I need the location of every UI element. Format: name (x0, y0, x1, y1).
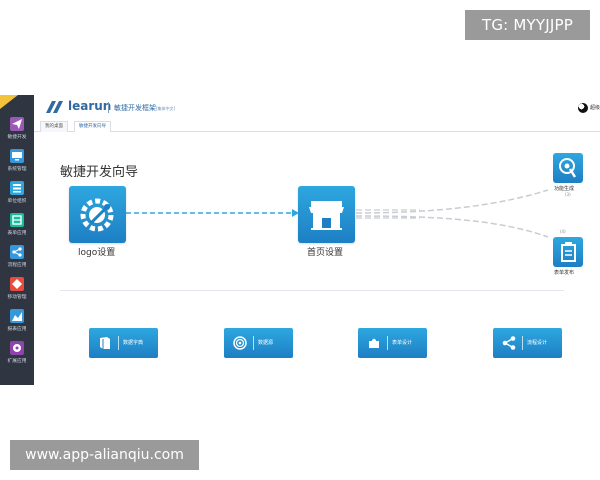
user-name[interactable]: 超级 (590, 104, 600, 111)
sidebar-item-org[interactable]: 单位组织 (0, 181, 34, 211)
page-title: 敏捷开发向导 (60, 165, 139, 180)
data-dictionary-label: 数据字典 (123, 340, 144, 346)
learun-logo-icon (46, 101, 63, 113)
corner-ribbon (0, 95, 18, 109)
sidebar: 敏捷开发 系统管理 单位组织 表单应用 流程应用 移动管理 报表应用 扩展应用 (0, 95, 34, 385)
gear-wrench-icon (80, 198, 114, 232)
home-settings-tile[interactable] (298, 186, 355, 243)
chart-icon (10, 309, 24, 323)
form-design-button[interactable]: 表单设计 (358, 328, 427, 358)
logo-text: learun (68, 99, 112, 113)
section-divider (60, 290, 564, 291)
sidebar-item-label: 报表应用 (7, 326, 27, 332)
puzzle-icon (10, 341, 24, 355)
tab-my-desktop[interactable]: 我的桌面 (40, 121, 68, 132)
sidebar-item-extend[interactable]: 扩展应用 (0, 341, 34, 371)
function-gen-count: (3) (565, 192, 571, 197)
sidebar-item-label: 敏捷开发 (7, 134, 27, 140)
sidebar-item-label: 扩展应用 (7, 358, 27, 364)
sidebar-item-mobile[interactable]: 移动管理 (0, 277, 34, 307)
sidebar-item-system[interactable]: 系统管理 (0, 149, 34, 179)
data-dictionary-button[interactable]: 数据字典 (89, 328, 158, 358)
sidebar-item-label: 流程应用 (7, 262, 27, 268)
logo-settings-tile[interactable] (69, 186, 126, 243)
sidebar-item-label: 表单应用 (7, 230, 27, 236)
touch-target-icon (559, 158, 577, 178)
target-icon (233, 336, 247, 350)
share-icon (502, 336, 516, 350)
button-separator (387, 336, 388, 350)
sidebar-item-label: 系统管理 (7, 166, 27, 172)
flow-design-button[interactable]: 流程设计 (493, 328, 562, 358)
app-window: 敏捷开发 系统管理 单位组织 表单应用 流程应用 移动管理 报表应用 扩展应用 … (0, 95, 600, 385)
share-icon (10, 245, 24, 259)
avatar[interactable] (578, 103, 588, 113)
tab-bar: 我的桌面 敏捷开发向导 (34, 119, 600, 132)
sidebar-item-agile-dev[interactable]: 敏捷开发 (0, 117, 34, 147)
product-name: 敏捷开发框架[集体中文] (114, 103, 175, 113)
form-icon (10, 213, 24, 227)
function-gen-label: 功能生成 (554, 186, 575, 192)
book-icon (100, 337, 110, 349)
sidebar-item-label: 单位组织 (7, 198, 27, 204)
org-chart-icon (10, 181, 24, 195)
form-publish-count: (4) (560, 229, 566, 234)
function-gen-tile[interactable] (553, 153, 583, 183)
form-publish-label: 表单发布 (554, 270, 575, 276)
form-design-label: 表单设计 (392, 340, 413, 346)
top-bar: learun 敏捷开发框架[集体中文] 超级 (34, 95, 600, 119)
puzzle-icon (369, 338, 379, 348)
edition-label: [集体中文] (156, 106, 176, 111)
logo-settings-label: logo设置 (78, 248, 116, 258)
paper-plane-icon (10, 117, 24, 131)
sidebar-item-report[interactable]: 报表应用 (0, 309, 34, 339)
logo-separator (108, 102, 109, 113)
flow-design-label: 流程设计 (527, 340, 548, 346)
sidebar-item-label: 移动管理 (7, 294, 27, 300)
storefront-icon (309, 201, 344, 230)
home-settings-label: 首页设置 (307, 248, 344, 258)
sidebar-item-flow-app[interactable]: 流程应用 (0, 245, 34, 275)
button-separator (118, 336, 119, 350)
tab-agile-wizard[interactable]: 敏捷开发向导 (74, 121, 111, 132)
tg-badge: TG: MYYJJPP (465, 10, 590, 40)
product-title: 敏捷开发框架 (114, 104, 156, 112)
data-source-label: 数据源 (258, 340, 274, 346)
watermark: www.app-alianqiu.com (10, 440, 199, 470)
mobile-icon (10, 277, 24, 291)
form-publish-tile[interactable] (553, 237, 583, 267)
monitor-icon (10, 149, 24, 163)
sidebar-item-form-app[interactable]: 表单应用 (0, 213, 34, 243)
clipboard-icon (561, 242, 576, 262)
data-source-button[interactable]: 数据源 (224, 328, 293, 358)
button-separator (253, 336, 254, 350)
button-separator (522, 336, 523, 350)
